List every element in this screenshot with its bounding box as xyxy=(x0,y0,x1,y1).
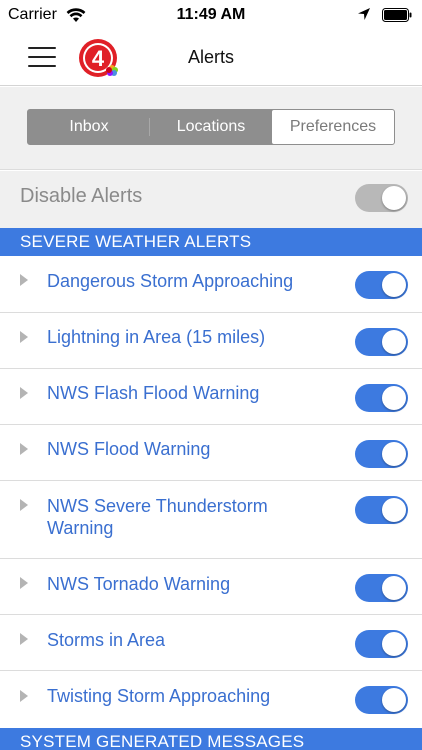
chevron-right-icon xyxy=(20,690,28,702)
alert-toggle[interactable] xyxy=(355,630,408,658)
alert-label: Twisting Storm Approaching xyxy=(47,686,271,706)
alert-label: NWS Flash Flood Warning xyxy=(47,383,260,403)
alert-toggle[interactable] xyxy=(355,384,408,412)
tab-bar-area: Inbox Locations Preferences xyxy=(0,87,422,170)
alert-toggle[interactable] xyxy=(355,440,408,468)
tab-inbox[interactable]: Inbox xyxy=(28,110,150,144)
alert-row-storms-in-area[interactable]: Storms in Area xyxy=(0,615,422,671)
status-bar: Carrier 11:49 AM xyxy=(0,0,422,30)
alert-row-flood[interactable]: NWS Flood Warning xyxy=(0,425,422,481)
chevron-right-icon xyxy=(20,633,28,645)
section-header-severe-weather: SEVERE WEATHER ALERTS xyxy=(0,228,422,256)
location-arrow-icon xyxy=(358,8,370,20)
chevron-right-icon xyxy=(20,274,28,286)
alert-toggle[interactable] xyxy=(355,271,408,299)
alert-label: Dangerous Storm Approaching xyxy=(47,271,294,291)
navigation-bar: 4 Alerts xyxy=(0,30,422,86)
alert-label: Storms in Area xyxy=(47,630,166,650)
alert-label: NWS Flood Warning xyxy=(47,439,211,459)
alert-label: Lightning in Area (15 miles) xyxy=(47,327,266,347)
alert-label: NWS Severe Thunderstorm Warning xyxy=(47,496,268,538)
disable-alerts-toggle[interactable] xyxy=(355,184,408,212)
alert-row-twisting-storm[interactable]: Twisting Storm Approaching xyxy=(0,671,422,728)
alert-row-tornado[interactable]: NWS Tornado Warning xyxy=(0,559,422,615)
alert-label: NWS Tornado Warning xyxy=(47,574,231,594)
alert-toggle[interactable] xyxy=(355,686,408,714)
page-title: Alerts xyxy=(187,47,234,67)
battery-icon xyxy=(382,8,412,22)
alert-toggle[interactable] xyxy=(355,328,408,356)
segmented-control: Inbox Locations Preferences xyxy=(27,109,395,145)
tab-preferences[interactable]: Preferences xyxy=(272,110,394,144)
alert-toggle[interactable] xyxy=(355,574,408,602)
chevron-right-icon xyxy=(20,443,28,455)
alert-row-dangerous-storm[interactable]: Dangerous Storm Approaching xyxy=(0,256,422,313)
alert-toggle[interactable] xyxy=(355,496,408,524)
alert-row-flash-flood[interactable]: NWS Flash Flood Warning xyxy=(0,369,422,425)
disable-alerts-row: Disable Alerts xyxy=(0,171,422,228)
chevron-right-icon xyxy=(20,499,28,511)
chevron-right-icon xyxy=(20,331,28,343)
alert-row-lightning[interactable]: Lightning in Area (15 miles) xyxy=(0,313,422,369)
section-header-system-messages: SYSTEM GENERATED MESSAGES xyxy=(0,728,422,750)
chevron-right-icon xyxy=(20,577,28,589)
chevron-right-icon xyxy=(20,387,28,399)
tab-locations[interactable]: Locations xyxy=(150,110,272,144)
alert-row-severe-thunderstorm[interactable]: NWS Severe Thunderstorm Warning xyxy=(0,481,422,559)
disable-alerts-label: Disable Alerts xyxy=(20,185,143,207)
